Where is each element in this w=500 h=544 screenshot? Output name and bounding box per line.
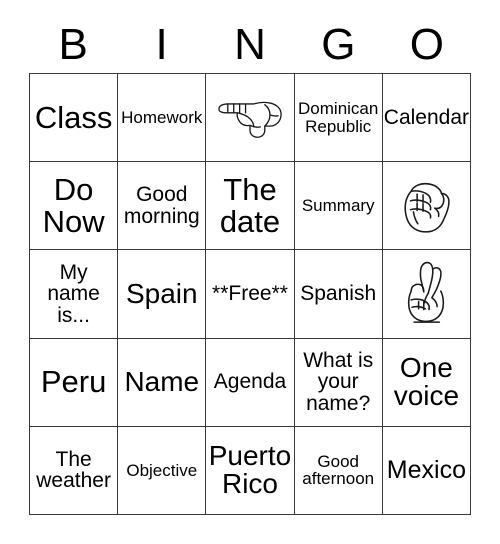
bingo-cell-r4-c1[interactable]: Peru <box>30 338 119 427</box>
bingo-cell-label: Good morning <box>123 183 200 228</box>
bingo-cell-label: Objective <box>126 460 198 480</box>
bingo-cell-label: Puerto Rico <box>208 439 292 500</box>
bingo-cell-label: Do Now <box>42 172 105 239</box>
bingo-cell-r1-c1[interactable]: Class <box>30 74 119 163</box>
header-letter-i: I <box>155 19 168 69</box>
bingo-cell-label: What is your name? <box>303 349 374 415</box>
bingo-cell-label: Good afternoon <box>302 452 375 489</box>
bingo-cell-r3-c2[interactable]: Spain <box>118 250 207 339</box>
bingo-cell-r4-c3[interactable]: Agenda <box>206 338 295 427</box>
bingo-cell-r3-c4[interactable]: Spanish <box>294 250 383 339</box>
asl-letter-r-crossed-fingers-sign <box>389 254 463 334</box>
bingo-cell-r4-c5[interactable]: One voice <box>382 338 471 427</box>
bingo-cell-r2-c4[interactable]: Summary <box>294 162 383 251</box>
bingo-cell-label: Class <box>34 99 113 135</box>
bingo-cell-r1-c4[interactable]: Dominican Republic <box>294 74 383 163</box>
bingo-cell-label: Dominican Republic <box>298 99 379 136</box>
bingo-cell-r5-c4[interactable]: Good afternoon <box>294 426 383 515</box>
bingo-cell-r4-c2[interactable]: Name <box>118 338 207 427</box>
header-letter-o: O <box>409 19 444 69</box>
bingo-cell-r2-c3[interactable]: The date <box>206 162 295 251</box>
bingo-cell-r5-c5[interactable]: Mexico <box>382 426 471 515</box>
bingo-cell-label: Peru <box>40 364 107 400</box>
bingo-cell-r5-c2[interactable]: Objective <box>118 426 207 515</box>
header-letter-b: B <box>58 19 88 69</box>
bingo-cell-label: Homework <box>121 107 203 127</box>
bingo-cell-label: Name <box>124 365 200 397</box>
bingo-cell-r2-c2[interactable]: Good morning <box>118 162 207 251</box>
bingo-cell-label: **Free** <box>212 282 288 306</box>
bingo-grid: Class Homework Dominican Republic Calendar… <box>29 73 471 515</box>
bingo-cell-r3-c1[interactable]: My name is... <box>30 250 119 339</box>
bingo-cell-label: The weather <box>36 447 111 493</box>
bingo-cell-r2-c5[interactable] <box>382 162 471 251</box>
bingo-header-row: B I N G O <box>29 16 471 73</box>
bingo-cell-label: Spanish <box>300 282 377 306</box>
bingo-cell-r1-c3[interactable] <box>206 74 295 163</box>
bingo-cell-label: My name is... <box>47 260 100 327</box>
bingo-cell-r5-c1[interactable]: The weather <box>30 426 119 515</box>
bingo-cell-r3-c5[interactable] <box>382 250 471 339</box>
header-letter-n: N <box>234 19 266 69</box>
asl-letter-s-fist-sign <box>389 166 463 246</box>
bingo-cell-label: One voice <box>393 351 460 412</box>
bingo-cell-label: Agenda <box>213 370 287 394</box>
bingo-cell-label: Calendar <box>383 105 470 129</box>
bingo-cell-label: Mexico <box>386 455 466 484</box>
bingo-cell-label: Spain <box>125 277 198 309</box>
bingo-cell-r5-c3[interactable]: Puerto Rico <box>206 426 295 515</box>
bingo-cell-r1-c2[interactable]: Homework <box>118 74 207 163</box>
header-letter-g: G <box>321 19 356 69</box>
bingo-cell-r3-c3[interactable]: **Free** <box>206 250 295 339</box>
bingo-cell-label: Summary <box>301 196 375 216</box>
bingo-card: B I N G O Class Homework Dominican Republ… <box>0 0 500 544</box>
bingo-cell-r1-c5[interactable]: Calendar <box>382 74 471 163</box>
hand-pointing-left-sign <box>213 78 287 158</box>
bingo-cell-r2-c1[interactable]: Do Now <box>30 162 119 251</box>
bingo-cell-label: The date <box>219 172 281 239</box>
bingo-cell-r4-c4[interactable]: What is your name? <box>294 338 383 427</box>
